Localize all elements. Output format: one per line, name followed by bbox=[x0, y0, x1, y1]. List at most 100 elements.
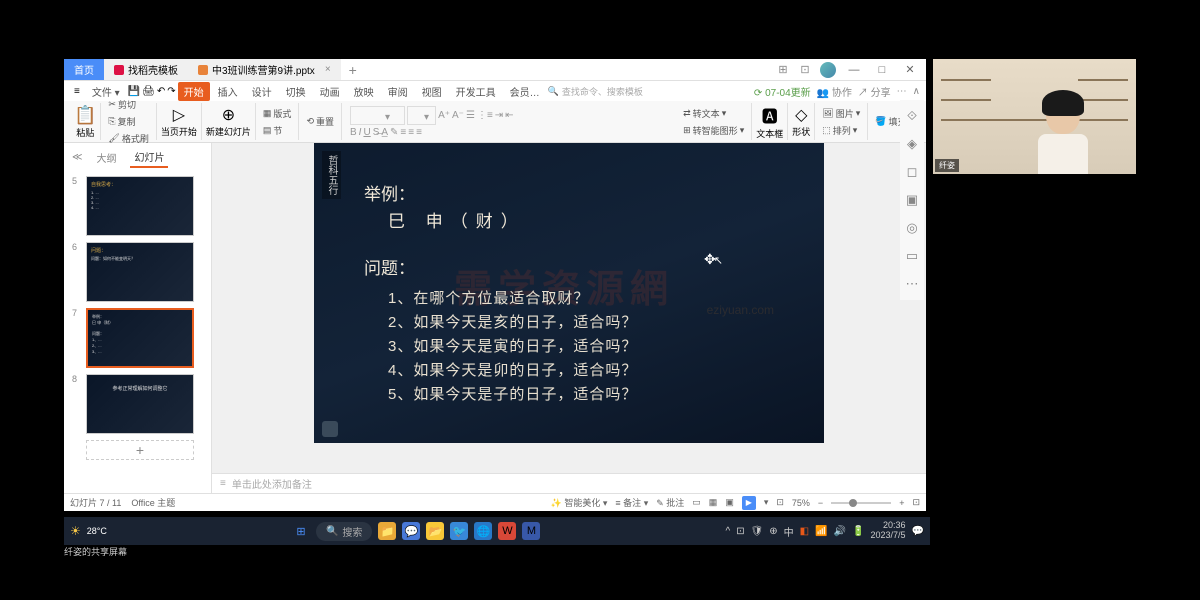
coop-button[interactable]: 👥 协作 bbox=[817, 84, 852, 99]
rt-icon-1[interactable]: ⟐ bbox=[904, 108, 920, 124]
task-icon-6[interactable]: W bbox=[498, 522, 516, 540]
tray-icon-2[interactable]: 🛡 bbox=[751, 526, 764, 537]
section-button[interactable]: ▤ 节 bbox=[260, 123, 286, 138]
menu-view[interactable]: 视图 bbox=[416, 82, 448, 101]
play-current-button[interactable]: 当页开始 bbox=[161, 125, 197, 138]
menu-slideshow[interactable]: 放映 bbox=[348, 82, 380, 101]
tab-file[interactable]: 中3班训练营第9讲.pptx × bbox=[188, 59, 341, 80]
grid-icon[interactable]: ⊞ bbox=[776, 63, 790, 77]
slideshow-button[interactable]: ▶ bbox=[742, 496, 756, 510]
menu-icon-save[interactable]: 💾 bbox=[128, 86, 140, 97]
menu-transition[interactable]: 切换 bbox=[280, 82, 312, 101]
menu-chevron-icon[interactable]: ∧ bbox=[913, 86, 920, 97]
clock[interactable]: 20:36 2023/7/5 bbox=[870, 521, 905, 541]
zoom-out-button[interactable]: − bbox=[818, 498, 823, 508]
shape-button[interactable]: 形状 bbox=[792, 125, 810, 138]
font-color-button[interactable]: A̲ bbox=[381, 127, 388, 138]
rt-icon-3[interactable]: ◻ bbox=[904, 164, 920, 180]
update-label[interactable]: ⟳ 07-04更新 bbox=[754, 84, 811, 99]
align-center-icon[interactable]: ≡ bbox=[408, 127, 414, 138]
slide-corner-icon[interactable] bbox=[322, 421, 338, 437]
notes-bar[interactable]: ≡ 单击此处添加备注 bbox=[212, 473, 926, 493]
align-left-icon[interactable]: ≡ bbox=[400, 127, 406, 138]
cut-button[interactable]: ✂ 剪切 bbox=[105, 97, 139, 112]
font-increase[interactable]: A⁺ bbox=[438, 110, 450, 121]
menu-more-icon[interactable]: ⋯ bbox=[897, 86, 907, 97]
numbering-icon[interactable]: ⋮≡ bbox=[477, 110, 493, 121]
tray-chevron-icon[interactable]: ^ bbox=[725, 526, 730, 537]
menu-animation[interactable]: 动画 bbox=[314, 82, 346, 101]
menu-insert[interactable]: 插入 bbox=[212, 82, 244, 101]
font-size[interactable]: ▾ bbox=[407, 106, 436, 125]
copy-button[interactable]: ⎘ 复制 bbox=[105, 114, 138, 129]
paste-button[interactable]: 粘贴 bbox=[76, 126, 94, 139]
font-select[interactable]: ▾ bbox=[350, 106, 405, 125]
picture-button[interactable]: 🖼 图片 ▾ bbox=[819, 106, 863, 121]
task-icon-2[interactable]: 💬 bbox=[402, 522, 420, 540]
convert-smart-button[interactable]: ⊞ 转智能图形 ▾ bbox=[680, 123, 747, 138]
textbox-button[interactable]: 文本框 bbox=[756, 127, 783, 140]
share-button[interactable]: ↗ 分享 bbox=[858, 84, 891, 99]
apps-icon[interactable]: ⊡ bbox=[798, 63, 812, 77]
menu-icon-print[interactable]: 🖨 bbox=[142, 86, 155, 97]
slides-tab[interactable]: 幻灯片 bbox=[130, 147, 168, 168]
zoom-in-button[interactable]: + bbox=[899, 498, 904, 508]
minimize-button[interactable]: — bbox=[844, 64, 864, 76]
fit-button[interactable]: ⊡ bbox=[912, 497, 920, 508]
align-right-icon[interactable]: ≡ bbox=[416, 127, 422, 138]
rt-icon-7[interactable]: ⋯ bbox=[904, 276, 920, 292]
reset-button[interactable]: ⟲ 重置 bbox=[303, 114, 337, 129]
tab-home[interactable]: 首页 bbox=[64, 59, 104, 80]
tab-template[interactable]: 找稻壳模板 bbox=[104, 59, 188, 80]
menu-member[interactable]: 会员… bbox=[504, 82, 546, 101]
rt-icon-2[interactable]: ◈ bbox=[904, 136, 920, 152]
play-dropdown-icon[interactable]: ▾ bbox=[764, 497, 769, 508]
close-button[interactable]: ✕ bbox=[900, 63, 920, 76]
rt-icon-6[interactable]: ▭ bbox=[904, 248, 920, 264]
zoom-fit-icon[interactable]: ⊡ bbox=[776, 497, 784, 508]
taskbar-search[interactable]: 🔍 搜索 bbox=[316, 522, 372, 541]
highlight-button[interactable]: ✎ bbox=[390, 127, 398, 138]
layout-button[interactable]: ▦ 版式 bbox=[260, 106, 295, 121]
task-icon-3[interactable]: 📂 bbox=[426, 522, 444, 540]
menu-start[interactable]: 开始 bbox=[178, 82, 210, 101]
rt-icon-5[interactable]: ◎ bbox=[904, 220, 920, 236]
indent-icon[interactable]: ⇥ bbox=[495, 110, 503, 121]
tray-icon-1[interactable]: ⊡ bbox=[736, 526, 744, 537]
add-slide-button[interactable]: + bbox=[86, 440, 194, 460]
beautify-button[interactable]: ✨ 智能美化 ▾ bbox=[551, 496, 608, 509]
zoom-value[interactable]: 75% bbox=[792, 498, 810, 508]
menu-review[interactable]: 审阅 bbox=[382, 82, 414, 101]
view-reading-icon[interactable]: ▣ bbox=[725, 497, 734, 508]
tray-wifi-icon[interactable]: 📶 bbox=[815, 526, 827, 537]
start-button[interactable]: ⊞ bbox=[292, 522, 310, 540]
maximize-button[interactable]: □ bbox=[872, 64, 892, 76]
zoom-slider[interactable] bbox=[831, 502, 891, 504]
task-icon-4[interactable]: 🐦 bbox=[450, 522, 468, 540]
notes-toggle[interactable]: ≡ 备注 ▾ bbox=[615, 496, 648, 509]
temperature[interactable]: 28°C bbox=[87, 526, 107, 536]
task-icon-1[interactable]: 📁 bbox=[378, 522, 396, 540]
avatar[interactable] bbox=[820, 62, 836, 78]
slide-canvas[interactable]: 哲科五行 需学资源網 eziyuan.com 举例： 巳 申（财） 问题： 1、… bbox=[314, 143, 824, 443]
task-icon-5[interactable]: 🌐 bbox=[474, 522, 492, 540]
menu-hamburger[interactable]: ≡ bbox=[70, 84, 84, 99]
menu-design[interactable]: 设计 bbox=[246, 82, 278, 101]
menu-icon-redo[interactable]: ↷ bbox=[167, 86, 175, 97]
tray-battery-icon[interactable]: 🔋 bbox=[852, 526, 864, 537]
italic-button[interactable]: I bbox=[359, 127, 362, 138]
tray-icon-3[interactable]: ⊕ bbox=[769, 526, 777, 537]
tray-notif-icon[interactable]: 💬 bbox=[912, 526, 924, 537]
arrange-button[interactable]: ⬚ 排列 ▾ bbox=[819, 123, 860, 138]
tray-icon-4[interactable]: ◧ bbox=[800, 526, 809, 537]
bold-button[interactable]: B bbox=[350, 127, 357, 138]
thumb-6[interactable]: 6 问题：问题：如何不能变明天？ bbox=[72, 242, 203, 302]
convert-text-button[interactable]: ⇄ 转文本 ▾ bbox=[680, 106, 729, 121]
command-search[interactable]: 🔍 查找命令、搜索模板 bbox=[548, 85, 643, 98]
view-sorter-icon[interactable]: ▦ bbox=[709, 497, 718, 508]
thumb-5[interactable]: 5 自我思考：1. ...2. ...3. ...4. ... bbox=[72, 176, 203, 236]
menu-icon-undo[interactable]: ↶ bbox=[157, 86, 165, 97]
task-icon-7[interactable]: M bbox=[522, 522, 540, 540]
tray-volume-icon[interactable]: 🔊 bbox=[834, 526, 846, 537]
outline-tab[interactable]: 大纲 bbox=[92, 148, 120, 167]
